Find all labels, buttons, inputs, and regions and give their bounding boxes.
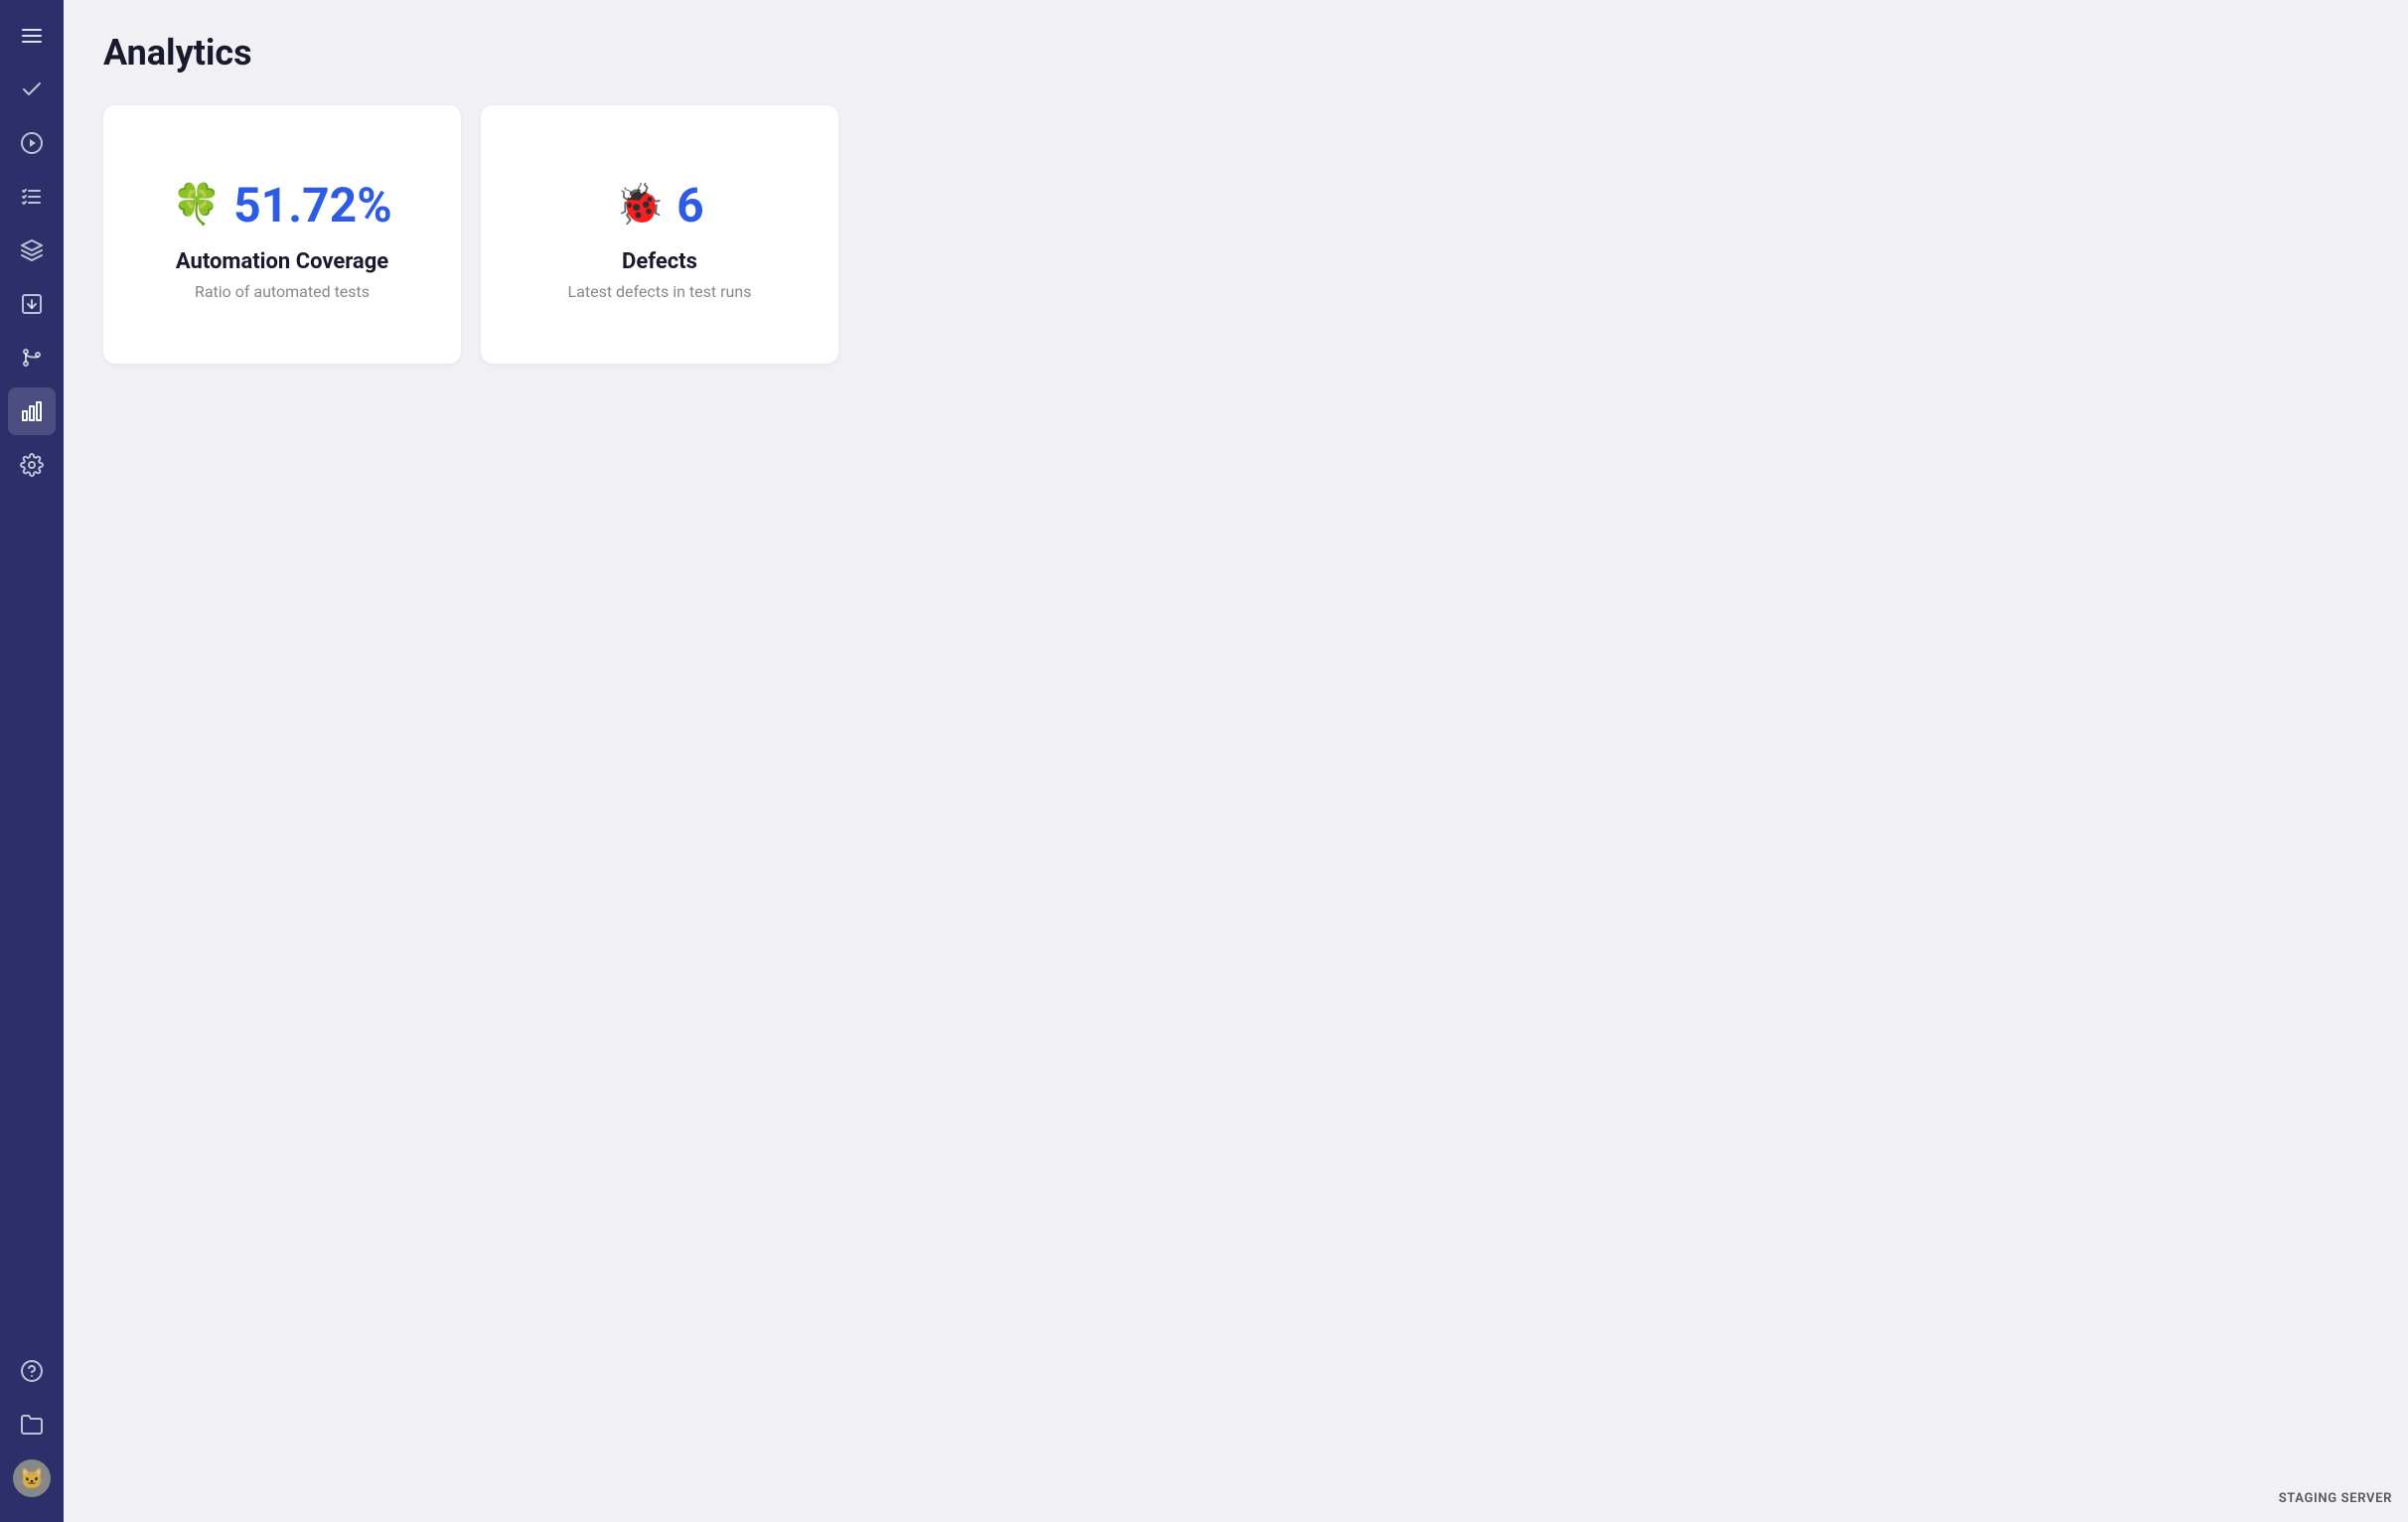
- defects-emoji: 🐞: [615, 185, 665, 225]
- analytics-icon: [20, 399, 44, 423]
- sidebar: 🐱: [0, 0, 64, 1522]
- defects-value: 6: [677, 177, 704, 233]
- layers-icon: [20, 238, 44, 262]
- card-value-row-coverage: 🍀 51.72%: [172, 177, 391, 233]
- cards-row: 🍀 51.72% Automation Coverage Ratio of au…: [103, 105, 2368, 364]
- automation-coverage-card: 🍀 51.72% Automation Coverage Ratio of au…: [103, 105, 461, 364]
- coverage-emoji: 🍀: [172, 185, 222, 225]
- sidebar-menu-toggle[interactable]: [8, 12, 56, 60]
- coverage-title: Automation Coverage: [176, 249, 388, 274]
- sidebar-item-git[interactable]: [8, 334, 56, 381]
- coverage-subtitle: Ratio of automated tests: [195, 282, 370, 301]
- sidebar-item-layers[interactable]: [8, 227, 56, 274]
- avatar: 🐱: [13, 1459, 51, 1497]
- sidebar-item-tests[interactable]: [8, 66, 56, 113]
- sidebar-item-run[interactable]: [8, 119, 56, 167]
- hamburger-icon: [20, 24, 44, 48]
- play-icon: [20, 131, 44, 155]
- coverage-value: 51.72%: [233, 177, 392, 233]
- sidebar-item-avatar[interactable]: 🐱: [8, 1454, 56, 1502]
- folder-icon: [20, 1413, 44, 1437]
- defects-title: Defects: [622, 249, 697, 274]
- sidebar-item-import[interactable]: [8, 280, 56, 328]
- card-value-row-defects: 🐞 6: [615, 177, 703, 233]
- defects-card: 🐞 6 Defects Latest defects in test runs: [481, 105, 838, 364]
- check-icon: [20, 77, 44, 101]
- sidebar-bottom: 🐱: [8, 1347, 56, 1510]
- git-icon: [20, 346, 44, 370]
- import-icon: [20, 292, 44, 316]
- main-content: Analytics 🍀 51.72% Automation Coverage R…: [64, 0, 2408, 1522]
- list-check-icon: [20, 185, 44, 209]
- sidebar-item-analytics[interactable]: [8, 387, 56, 435]
- settings-icon: [20, 453, 44, 477]
- sidebar-top: [8, 12, 56, 1347]
- sidebar-item-test-cases[interactable]: [8, 173, 56, 221]
- sidebar-item-help[interactable]: [8, 1347, 56, 1395]
- page-title: Analytics: [103, 32, 2368, 74]
- help-icon: [20, 1359, 44, 1383]
- defects-subtitle: Latest defects in test runs: [568, 282, 752, 301]
- staging-server-badge: STAGING SERVER: [2279, 1491, 2392, 1506]
- sidebar-item-settings[interactable]: [8, 441, 56, 489]
- sidebar-item-folder[interactable]: [8, 1401, 56, 1448]
